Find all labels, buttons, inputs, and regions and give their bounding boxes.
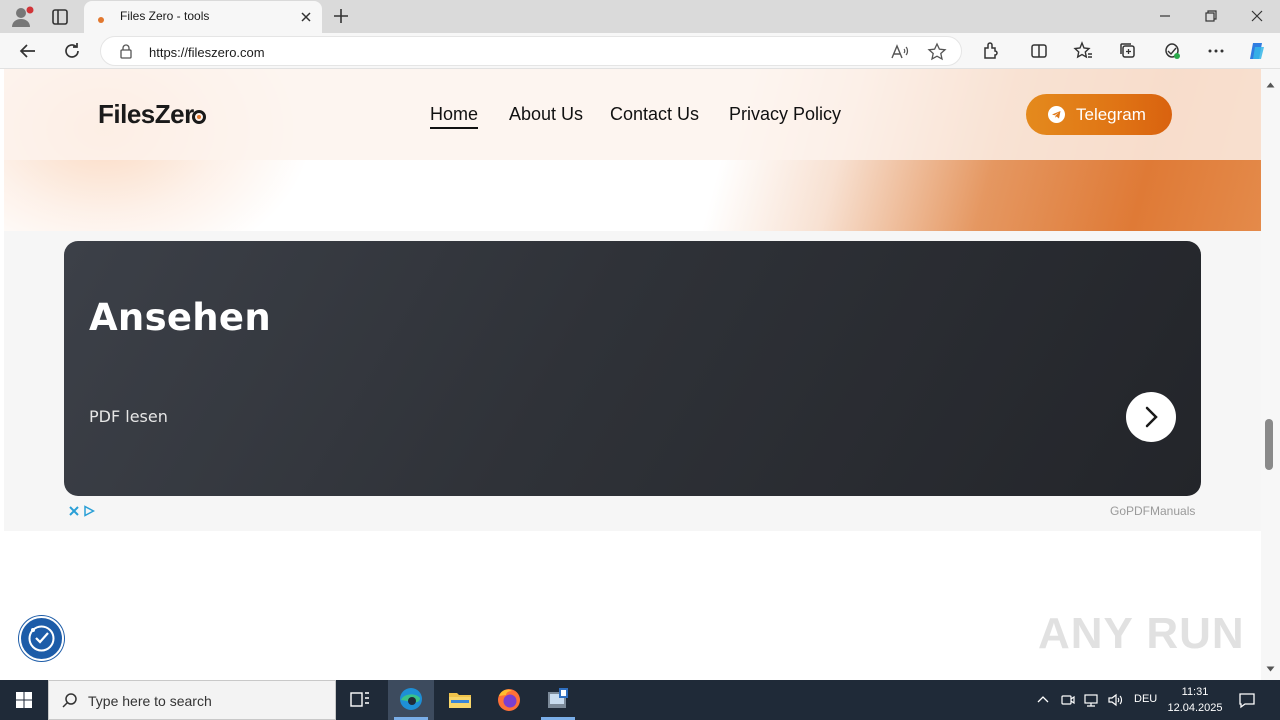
file-explorer-icon[interactable] xyxy=(437,680,483,720)
refresh-icon[interactable] xyxy=(60,39,84,63)
more-options-icon[interactable] xyxy=(1204,39,1228,63)
accessibility-button[interactable] xyxy=(19,616,64,661)
windows-logo-icon xyxy=(16,692,32,708)
browser-tab-active[interactable]: Files Zero - tools xyxy=(84,1,322,33)
back-icon[interactable] xyxy=(16,39,40,63)
ad-next-button[interactable] xyxy=(1126,392,1176,442)
ad-section: Ansehen PDF lesen GoPDFManuals xyxy=(4,231,1261,531)
page-viewport: FilesZer Home About Us Contact Us Privac… xyxy=(0,69,1280,680)
input-language-indicator[interactable]: DEU xyxy=(1134,693,1157,705)
nav-link-home[interactable]: Home xyxy=(430,104,479,129)
close-tab-icon[interactable] xyxy=(298,9,314,25)
search-placeholder: Type here to search xyxy=(88,693,212,709)
site-logo[interactable]: FilesZer xyxy=(98,99,206,130)
telegram-icon xyxy=(1048,106,1065,123)
browser-essentials-icon[interactable] xyxy=(1160,39,1184,63)
profile-icon[interactable] xyxy=(8,5,34,29)
ad-banner[interactable]: Ansehen PDF lesen xyxy=(64,241,1201,496)
read-aloud-icon[interactable] xyxy=(889,42,909,62)
browser-tab-bar: Files Zero - tools xyxy=(0,0,1280,33)
start-button[interactable] xyxy=(0,680,48,720)
nav-link-contact[interactable]: Contact Us xyxy=(610,104,699,125)
close-window-icon[interactable] xyxy=(1246,6,1268,26)
scroll-down-icon[interactable] xyxy=(1266,659,1275,672)
edge-taskbar-icon[interactable] xyxy=(388,680,434,720)
add-favorite-icon[interactable] xyxy=(927,42,947,62)
tab-actions-icon[interactable] xyxy=(48,5,72,29)
telegram-label: Telegram xyxy=(1076,105,1146,124)
telegram-button[interactable]: Telegram xyxy=(1026,94,1172,135)
firefox-icon[interactable] xyxy=(486,680,532,720)
ad-close-icon[interactable] xyxy=(68,504,80,516)
restore-icon[interactable] xyxy=(1200,6,1222,26)
extensions-icon[interactable] xyxy=(979,39,1003,63)
collections-icon[interactable] xyxy=(1116,39,1140,63)
url-text[interactable]: https://fileszero.com xyxy=(149,45,265,60)
address-bar[interactable]: https://fileszero.com xyxy=(100,36,962,66)
tab-title: Files Zero - tools xyxy=(120,9,210,23)
site-header: FilesZer Home About Us Contact Us Privac… xyxy=(4,69,1261,231)
notification-center-icon[interactable] xyxy=(1236,689,1258,711)
scroll-up-icon[interactable] xyxy=(1266,75,1275,88)
browser-toolbar: https://fileszero.com xyxy=(0,33,1280,69)
network-icon[interactable] xyxy=(1082,691,1100,709)
favicon-icon xyxy=(96,12,106,23)
ad-choices-icon[interactable] xyxy=(83,504,96,517)
accessibility-icon xyxy=(28,625,55,652)
chevron-right-icon xyxy=(1145,406,1158,428)
ad-title: Ansehen xyxy=(89,296,271,339)
ad-subtitle: PDF lesen xyxy=(89,407,168,426)
task-view-icon[interactable] xyxy=(337,680,383,720)
nav-link-about[interactable]: About Us xyxy=(509,104,583,125)
nav-link-privacy[interactable]: Privacy Policy xyxy=(729,104,841,125)
copilot-icon[interactable] xyxy=(1245,39,1269,63)
lock-icon[interactable] xyxy=(119,44,133,59)
show-hidden-icons-chevron-icon[interactable] xyxy=(1034,691,1052,709)
watermark-logo: ANY RUN xyxy=(1038,609,1245,658)
windows-taskbar: Type here to search DEU 11:31 12.04.2025 xyxy=(0,680,1280,720)
split-screen-icon[interactable] xyxy=(1027,39,1051,63)
search-icon xyxy=(61,692,78,709)
meet-now-icon[interactable] xyxy=(1059,691,1077,709)
new-tab-icon[interactable] xyxy=(330,5,352,27)
page-scrollbar[interactable] xyxy=(1261,69,1280,680)
scrollbar-thumb[interactable] xyxy=(1265,419,1273,470)
favorites-icon[interactable] xyxy=(1071,39,1095,63)
minimize-icon[interactable] xyxy=(1154,6,1176,26)
volume-icon[interactable] xyxy=(1106,691,1124,709)
taskbar-search-box[interactable]: Type here to search xyxy=(48,680,336,720)
logo-text: FilesZer xyxy=(98,99,194,129)
taskbar-clock[interactable]: 11:31 12.04.2025 xyxy=(1162,684,1228,716)
logo-o-icon xyxy=(191,110,206,124)
ad-source-label[interactable]: GoPDFManuals xyxy=(1110,504,1195,518)
installer-app-icon[interactable] xyxy=(535,680,581,720)
clock-date: 12.04.2025 xyxy=(1167,702,1223,714)
clock-time: 11:31 xyxy=(1181,686,1209,698)
